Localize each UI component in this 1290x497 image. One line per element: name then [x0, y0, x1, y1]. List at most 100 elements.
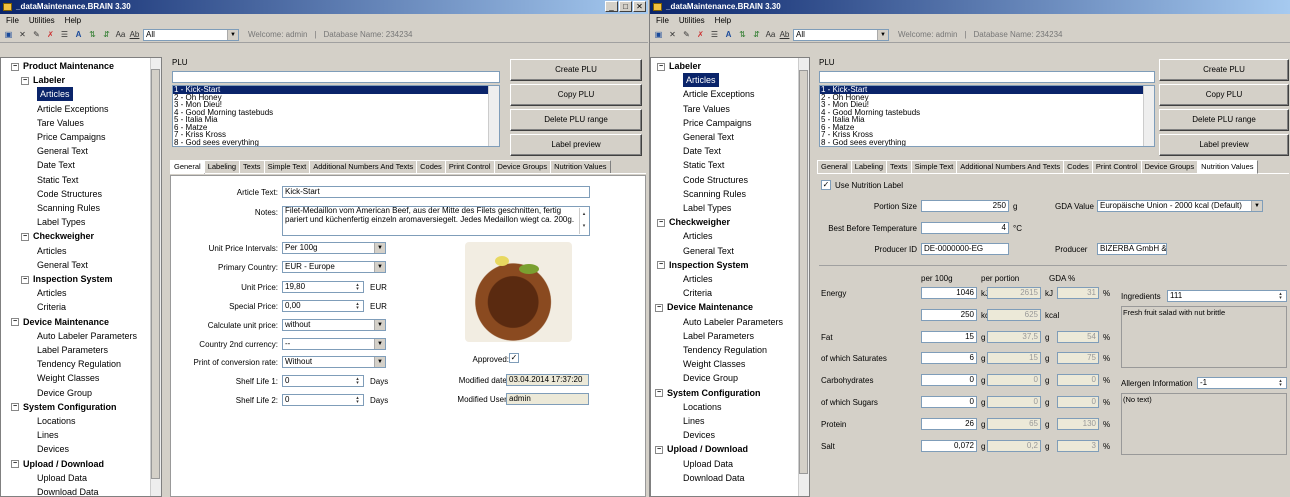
- tree-item-weight-classes[interactable]: Weight Classes: [37, 371, 99, 385]
- tree-item-download-data[interactable]: Download Data: [37, 485, 99, 496]
- tree-item-inspection-system[interactable]: − Inspection System: [21, 272, 113, 286]
- collapse-icon[interactable]: −: [657, 62, 665, 71]
- tree-item-article-exceptions[interactable]: Article Exceptions: [37, 102, 109, 116]
- tree-item-criteria[interactable]: Criteria: [37, 300, 66, 314]
- edit-icon[interactable]: ✎: [31, 29, 42, 40]
- collapse-icon[interactable]: −: [657, 261, 665, 270]
- close-button[interactable]: ✕: [633, 1, 646, 12]
- shelf-life-1-field[interactable]: 0 ▴ ▾: [282, 375, 364, 387]
- nutrient-per-100g-field[interactable]: 250: [921, 309, 977, 321]
- tree-item-checkweigher[interactable]: − Checkweigher: [21, 229, 94, 243]
- tree-item-download-data[interactable]: Download Data: [683, 471, 745, 485]
- copy-plu-button[interactable]: Copy PLU: [510, 84, 642, 106]
- import-icon[interactable]: ⇵: [101, 29, 112, 40]
- maximize-button[interactable]: □: [619, 1, 632, 12]
- plu-list-item[interactable]: 4 - Good Morning tastebuds: [820, 108, 1154, 117]
- tab-simple-text[interactable]: Simple Text: [263, 160, 311, 173]
- country-2nd-currency-select[interactable]: -- ▼: [282, 338, 386, 350]
- plu-list-item[interactable]: 1 - Kick-Start: [173, 86, 499, 94]
- save-icon[interactable]: ▣: [653, 29, 664, 40]
- plu-list-item[interactable]: 4 - Good Morning tastebuds: [173, 108, 499, 117]
- tree-item-static-text[interactable]: Static Text: [37, 173, 78, 187]
- tree-item-general-text[interactable]: General Text: [683, 130, 734, 144]
- menu-utilities[interactable]: Utilities: [29, 14, 55, 27]
- tree-scrollbar[interactable]: [798, 58, 809, 496]
- list-icon[interactable]: ☰: [59, 29, 70, 40]
- tree-item-product-maintenance[interactable]: − Product Maintenance: [11, 59, 114, 73]
- tree-item-checkweigher[interactable]: − Checkweigher: [657, 215, 730, 229]
- text-icon[interactable]: Aa: [115, 29, 126, 40]
- unit-price-field[interactable]: 19,80 ▴ ▾: [282, 281, 364, 293]
- tree-item-articles[interactable]: Articles: [683, 73, 719, 88]
- tree-item-device-group[interactable]: Device Group: [37, 386, 92, 400]
- tree-item-system-configuration[interactable]: − System Configuration: [11, 400, 117, 414]
- calculate-unit-price-select[interactable]: without ▼: [282, 319, 386, 331]
- abbr-icon[interactable]: Ab: [129, 29, 140, 40]
- article-text-field[interactable]: Kick-Start: [282, 186, 590, 198]
- tab-nutrition-values[interactable]: Nutrition Values: [1197, 160, 1258, 174]
- tree-item-devices[interactable]: Devices: [37, 442, 69, 456]
- tree-item-date-text[interactable]: Date Text: [37, 158, 75, 172]
- tree-item-article-exceptions[interactable]: Article Exceptions: [683, 87, 755, 101]
- tree-item-articles[interactable]: Articles: [37, 286, 67, 300]
- tree-item-inspection-system[interactable]: − Inspection System: [657, 258, 749, 272]
- tree-item-scanning-rules[interactable]: Scanning Rules: [683, 187, 746, 201]
- delete-plu-range-button[interactable]: Delete PLU range: [1159, 109, 1289, 131]
- filter-select[interactable]: All ▼: [143, 28, 239, 41]
- copy-plu-button[interactable]: Copy PLU: [1159, 84, 1289, 106]
- tab-simple-text[interactable]: Simple Text: [910, 160, 958, 173]
- label-preview-button[interactable]: Label preview: [1159, 134, 1289, 156]
- tree-item-tendency-regulation[interactable]: Tendency Regulation: [683, 343, 767, 357]
- tree-item-label-types[interactable]: Label Types: [37, 215, 85, 229]
- use-nutrition-checkbox[interactable]: ✓: [821, 180, 831, 190]
- tree-item-articles[interactable]: Articles: [37, 244, 67, 258]
- tree-item-locations[interactable]: Locations: [683, 400, 722, 414]
- tree-item-criteria[interactable]: Criteria: [683, 286, 712, 300]
- collapse-icon[interactable]: −: [11, 460, 19, 469]
- nutrient-per-100g-field[interactable]: 0,072: [921, 440, 977, 452]
- tree-item-device-maintenance[interactable]: − Device Maintenance: [655, 300, 753, 314]
- tree-item-upload-download[interactable]: − Upload / Download: [11, 457, 104, 471]
- tree-item-general-text[interactable]: General Text: [37, 258, 88, 272]
- notes-field[interactable]: Filet-Medaillon vom American Beef, aus d…: [282, 206, 590, 236]
- plu-list[interactable]: 1 - Kick-Start 2 - Oh Honey 3 - Mon Dieu! 4…: [819, 85, 1155, 147]
- tree-item-auto-labeler-parameters[interactable]: Auto Labeler Parameters: [683, 315, 783, 329]
- tab-additional-numbers-and-texts[interactable]: Additional Numbers And Texts: [309, 160, 418, 173]
- tree-item-upload-data[interactable]: Upload Data: [683, 457, 733, 471]
- tree-item-tare-values[interactable]: Tare Values: [683, 102, 730, 116]
- nutrient-per-100g-field[interactable]: 0: [921, 374, 977, 386]
- plu-list-item[interactable]: 1 - Kick-Start: [820, 86, 1154, 94]
- plu-search-input[interactable]: [172, 71, 500, 83]
- ingredients-field[interactable]: 111 ▴ ▾: [1167, 290, 1287, 302]
- plu-list-item[interactable]: 5 - Italia Mia: [820, 116, 1154, 124]
- producer-field[interactable]: BIZERBA GmbH &: [1097, 243, 1167, 255]
- tree-item-auto-labeler-parameters[interactable]: Auto Labeler Parameters: [37, 329, 137, 343]
- font-icon[interactable]: A: [73, 29, 84, 40]
- tab-device-groups[interactable]: Device Groups: [493, 160, 552, 173]
- shelf-life-2-field[interactable]: 0 ▴ ▾: [282, 394, 364, 406]
- tab-print-control[interactable]: Print Control: [444, 160, 495, 173]
- plu-list[interactable]: 1 - Kick-Start 2 - Oh Honey 3 - Mon Dieu! 4…: [172, 85, 500, 147]
- tree-item-label-parameters[interactable]: Label Parameters: [683, 329, 754, 343]
- tree-scrollbar[interactable]: [150, 58, 161, 496]
- tree-item-device-group[interactable]: Device Group: [683, 371, 738, 385]
- collapse-icon[interactable]: −: [21, 76, 29, 85]
- create-plu-button[interactable]: Create PLU: [1159, 59, 1289, 81]
- nutrient-per-100g-field[interactable]: 26: [921, 418, 977, 430]
- tab-texts[interactable]: Texts: [239, 160, 265, 173]
- save-icon[interactable]: ▣: [3, 29, 14, 40]
- tab-device-groups[interactable]: Device Groups: [1140, 160, 1199, 173]
- producer-id-field[interactable]: DE-0000000-EG: [921, 243, 1009, 255]
- collapse-icon[interactable]: −: [11, 403, 19, 412]
- delete-icon[interactable]: ✕: [17, 29, 28, 40]
- collapse-icon[interactable]: −: [657, 218, 665, 227]
- create-plu-button[interactable]: Create PLU: [510, 59, 642, 81]
- nutrient-per-100g-field[interactable]: 15: [921, 331, 977, 343]
- allergen-info-field[interactable]: -1 ▴ ▾: [1197, 377, 1287, 389]
- minimize-button[interactable]: _: [605, 1, 618, 12]
- plu-list-item[interactable]: 8 - God sees everything: [820, 138, 1154, 147]
- conversion-rate-select[interactable]: Without ▼: [282, 356, 386, 368]
- export-icon[interactable]: ⇅: [87, 29, 98, 40]
- tab-additional-numbers-and-texts[interactable]: Additional Numbers And Texts: [956, 160, 1065, 173]
- tree-item-labeler[interactable]: − Labeler: [21, 73, 65, 87]
